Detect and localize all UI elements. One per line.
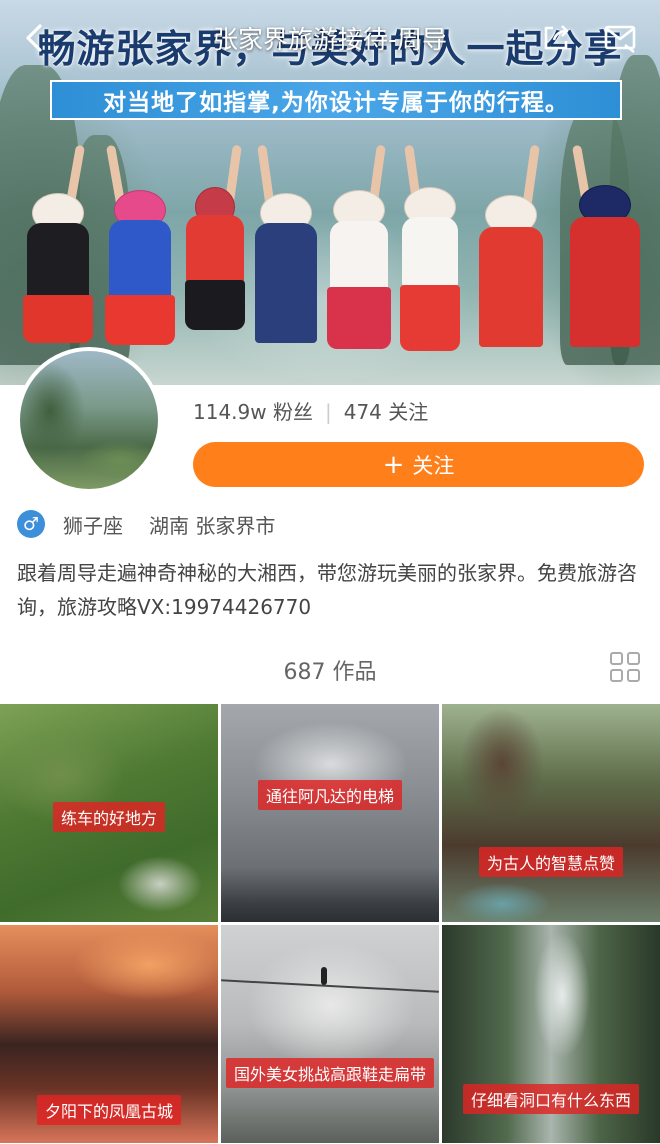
banner-subline: 对当地了如指掌,为你设计专属于你的行程。 — [50, 80, 622, 120]
profile-meta: ♂ 狮子座 湖南 张家界市 — [17, 510, 275, 538]
person-figure — [178, 144, 252, 385]
works-header: 687 作品 — [0, 647, 660, 689]
male-icon: ♂ — [17, 510, 45, 538]
message-button[interactable] — [600, 18, 640, 58]
share-icon — [544, 25, 569, 50]
following-count[interactable]: 474 关注 — [344, 400, 429, 424]
video-thumbnail[interactable]: 为古人的智慧点赞 — [442, 704, 660, 922]
slackline — [221, 979, 439, 993]
avatar[interactable] — [16, 347, 162, 493]
person-figure — [100, 144, 180, 385]
follow-button[interactable]: + 关注 — [193, 442, 644, 487]
person-figure — [248, 144, 324, 385]
video-thumbnail[interactable]: 夕阳下的凤凰古城 — [0, 925, 218, 1143]
stats-divider: | — [324, 400, 332, 424]
video-caption: 通往阿凡达的电梯 — [257, 780, 403, 810]
video-thumbnail[interactable]: 通往阿凡达的电梯 — [221, 704, 439, 922]
person-figure — [322, 144, 396, 385]
person-figure — [395, 144, 465, 385]
video-caption: 夕阳下的凤凰古城 — [36, 1095, 182, 1125]
followers-count[interactable]: 114.9w 粉丝 — [193, 400, 313, 424]
person-figure — [560, 144, 650, 385]
grid-view-icon[interactable] — [610, 652, 640, 682]
video-thumbnail[interactable]: 练车的好地方 — [0, 704, 218, 922]
person-figure — [470, 144, 552, 385]
profile-bio: 跟着周导走遍神奇神秘的大湘西，带您游玩美丽的张家界。免费旅游咨询，旅游攻略VX:… — [17, 561, 637, 619]
profile-stats: 114.9w 粉丝 | 474 关注 — [193, 396, 428, 425]
video-thumbnail[interactable]: 国外美女挑战高跟鞋走扁带 — [221, 925, 439, 1143]
slackline-walker — [321, 967, 327, 985]
mail-icon — [604, 25, 636, 53]
video-caption: 为古人的智慧点赞 — [478, 847, 624, 877]
top-nav-bar: 张家界旅游接待-周导 — [0, 0, 660, 74]
video-thumbnail[interactable]: 仔细看洞口有什么东西 — [442, 925, 660, 1143]
video-caption: 仔细看洞口有什么东西 — [462, 1084, 640, 1114]
video-caption: 练车的好地方 — [52, 802, 166, 832]
share-button[interactable] — [536, 18, 576, 58]
works-grid: 练车的好地方 通往阿凡达的电梯 为古人的智慧点赞 夕阳下的凤凰古城 国外美女挑战… — [0, 704, 660, 1144]
video-caption: 国外美女挑战高跟鞋走扁带 — [225, 1058, 435, 1088]
works-count: 687 作品 — [283, 660, 377, 685]
zodiac-label: 狮子座 — [63, 513, 123, 538]
plus-icon: + — [382, 449, 405, 480]
follow-button-label: 关注 — [412, 453, 455, 478]
location-label: 湖南 张家界市 — [149, 513, 276, 538]
